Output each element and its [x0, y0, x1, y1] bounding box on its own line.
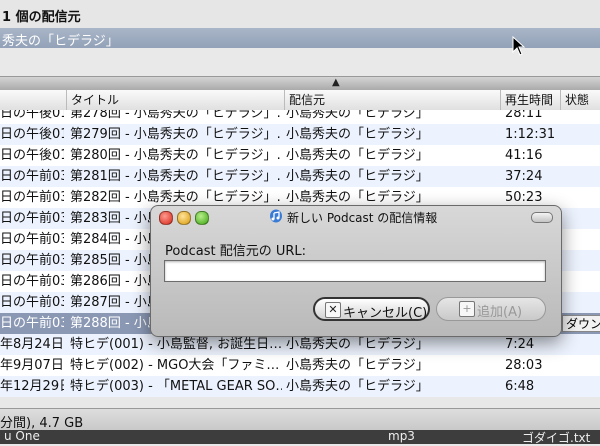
dialog-titlebar: 新しい Podcast の配信情報 [151, 206, 561, 228]
toolbar-toggle-icon[interactable] [531, 212, 553, 223]
close-window-icon[interactable] [159, 211, 173, 225]
episode-title: 特ヒデ(002) - MGO大会「ファミ… [70, 358, 280, 373]
episode-date: 日の午前03 [0, 232, 64, 247]
episode-date: 年8月24日 [0, 337, 64, 352]
episode-source: 小島秀夫の「ヒデラジ」 [286, 337, 429, 352]
episode-title: 特ヒデ(003) - 「METAL GEAR SO… [70, 379, 282, 394]
podcast-icon [270, 209, 282, 223]
episode-duration: 28:03 [505, 358, 543, 373]
episode-duration: 6:48 [505, 379, 535, 394]
new-podcast-dialog: 新しい Podcast の配信情報 Podcast 配信元の URL: ✕ キャ… [150, 205, 562, 337]
column-title[interactable]: タイトル [66, 90, 284, 110]
episode-date: 日の午前03 [0, 211, 64, 226]
episode-date: 年9月07日 [0, 358, 64, 373]
episode-row[interactable]: 年9月07日 特ヒデ(002) - MGO大会「ファミ… 小島秀夫の「ヒデラジ」 28… [0, 355, 600, 376]
episode-title: 第280回 - 小島秀夫の「ヒデラジ」… [70, 148, 282, 163]
bottom-strip-left: u One [4, 429, 40, 443]
download-status-badge[interactable]: ダウンロ [562, 315, 600, 332]
episode-duration: 37:24 [505, 169, 543, 184]
episode-title: 第278回 - 小島秀夫の「ヒデラジ」… [70, 110, 282, 121]
episode-row[interactable]: 年8月24日 特ヒデ(001) - 小島監督, お誕生日… 小島秀夫の「ヒデラジ」 7… [0, 334, 600, 355]
bottom-strip-format: mp3 [388, 429, 415, 443]
column-date[interactable] [0, 90, 66, 110]
column-time[interactable]: 再生時間 [500, 90, 560, 110]
episode-date: 日の午前03 [0, 190, 64, 205]
minimize-window-icon[interactable] [177, 211, 191, 225]
column-source[interactable]: 配信元 [284, 90, 500, 110]
source-count: 1 個の配信元 [2, 10, 81, 25]
column-state[interactable]: 状態 [560, 90, 600, 110]
zoom-window-icon[interactable] [195, 211, 209, 225]
source-list-header: 1 個の配信元 [0, 0, 600, 29]
episode-date: 日の午前03 [0, 274, 64, 289]
episode-date: 年12月29日 [0, 379, 64, 394]
episode-row[interactable]: 年12月29日特ヒデ(003) - 「METAL GEAR SO… 小島秀夫の「ヒ… [0, 376, 600, 397]
column-header: タイトル 配信元 再生時間 状態 [0, 90, 600, 111]
episode-date: 日の午前03:0 [0, 316, 64, 331]
bottom-strip: u One mp3 ゴダイゴ.txt [0, 429, 600, 445]
episode-source: 小島秀夫の「ヒデラジ」 [286, 148, 429, 163]
episode-row[interactable]: 日の午後01 第279回 - 小島秀夫の「ヒデラジ」… 小島秀夫の「ヒデラジ」 1:1… [0, 124, 600, 145]
episode-duration: 41:16 [505, 148, 543, 163]
episode-row[interactable]: 日の午後01 第278回 - 小島秀夫の「ヒデラジ」… 小島秀夫の「ヒデラジ」 28:… [0, 110, 600, 124]
episode-source: 小島秀夫の「ヒデラジ」 [286, 358, 429, 373]
episode-date: 日の午前03 [0, 169, 64, 184]
episode-source: 小島秀夫の「ヒデラジ」 [286, 169, 429, 184]
status-bar: 分間), 4.7 GB [0, 408, 600, 431]
episode-row[interactable]: 日の午前03 第281回 - 小島秀夫の「ヒデラジ」… 小島秀夫の「ヒデラジ」 37:… [0, 166, 600, 187]
episode-title: 第281回 - 小島秀夫の「ヒデラジ」… [70, 169, 282, 184]
source-row-selected[interactable]: 秀夫の「ヒデラジ」 [0, 28, 600, 49]
url-field-label: Podcast 配信元の URL: [165, 244, 307, 259]
episode-duration: 28:11 [505, 110, 543, 121]
cancel-x-icon: ✕ [325, 302, 341, 318]
pane-splitter[interactable]: ▲ [0, 76, 600, 91]
mouse-cursor-icon [512, 36, 526, 56]
episode-source: 小島秀夫の「ヒデラジ」 [286, 379, 429, 394]
dialog-title: 新しい Podcast の配信情報 [287, 211, 438, 225]
episode-date: 日の午後01 [0, 148, 64, 163]
podcast-url-input[interactable] [164, 260, 546, 282]
add-button[interactable]: + 追加(A) [436, 297, 546, 321]
episode-row[interactable]: 日の午後01 第280回 - 小島秀夫の「ヒデラジ」… 小島秀夫の「ヒデラジ」 41:… [0, 145, 600, 166]
episode-title: 特ヒデ(001) - 小島監督, お誕生日… [70, 337, 282, 352]
episode-duration: 7:24 [505, 337, 535, 352]
episode-date: 日の午前03 [0, 295, 64, 310]
episode-source: 小島秀夫の「ヒデラジ」 [286, 110, 429, 121]
episode-date: 日の午後01 [0, 127, 64, 142]
add-plus-icon: + [459, 301, 475, 317]
source-row-label: 秀夫の「ヒデラジ」 [2, 34, 119, 49]
add-button-label: 追加(A) [477, 305, 523, 320]
episode-title: 第279回 - 小島秀夫の「ヒデラジ」… [70, 127, 282, 142]
episode-duration: 1:12:31 [505, 127, 556, 142]
splitter-grip-icon[interactable]: ▲ [332, 77, 340, 88]
description-area [0, 48, 600, 76]
episode-date: 日の午後01 [0, 110, 64, 121]
bottom-strip-right: ゴダイゴ.txt [522, 431, 591, 445]
cancel-button[interactable]: ✕ キャンセル(C) [313, 297, 430, 321]
episode-source: 小島秀夫の「ヒデラジ」 [286, 127, 429, 142]
cancel-button-label: キャンセル(C) [343, 306, 428, 321]
episode-date: 日の午前03 [0, 253, 64, 268]
